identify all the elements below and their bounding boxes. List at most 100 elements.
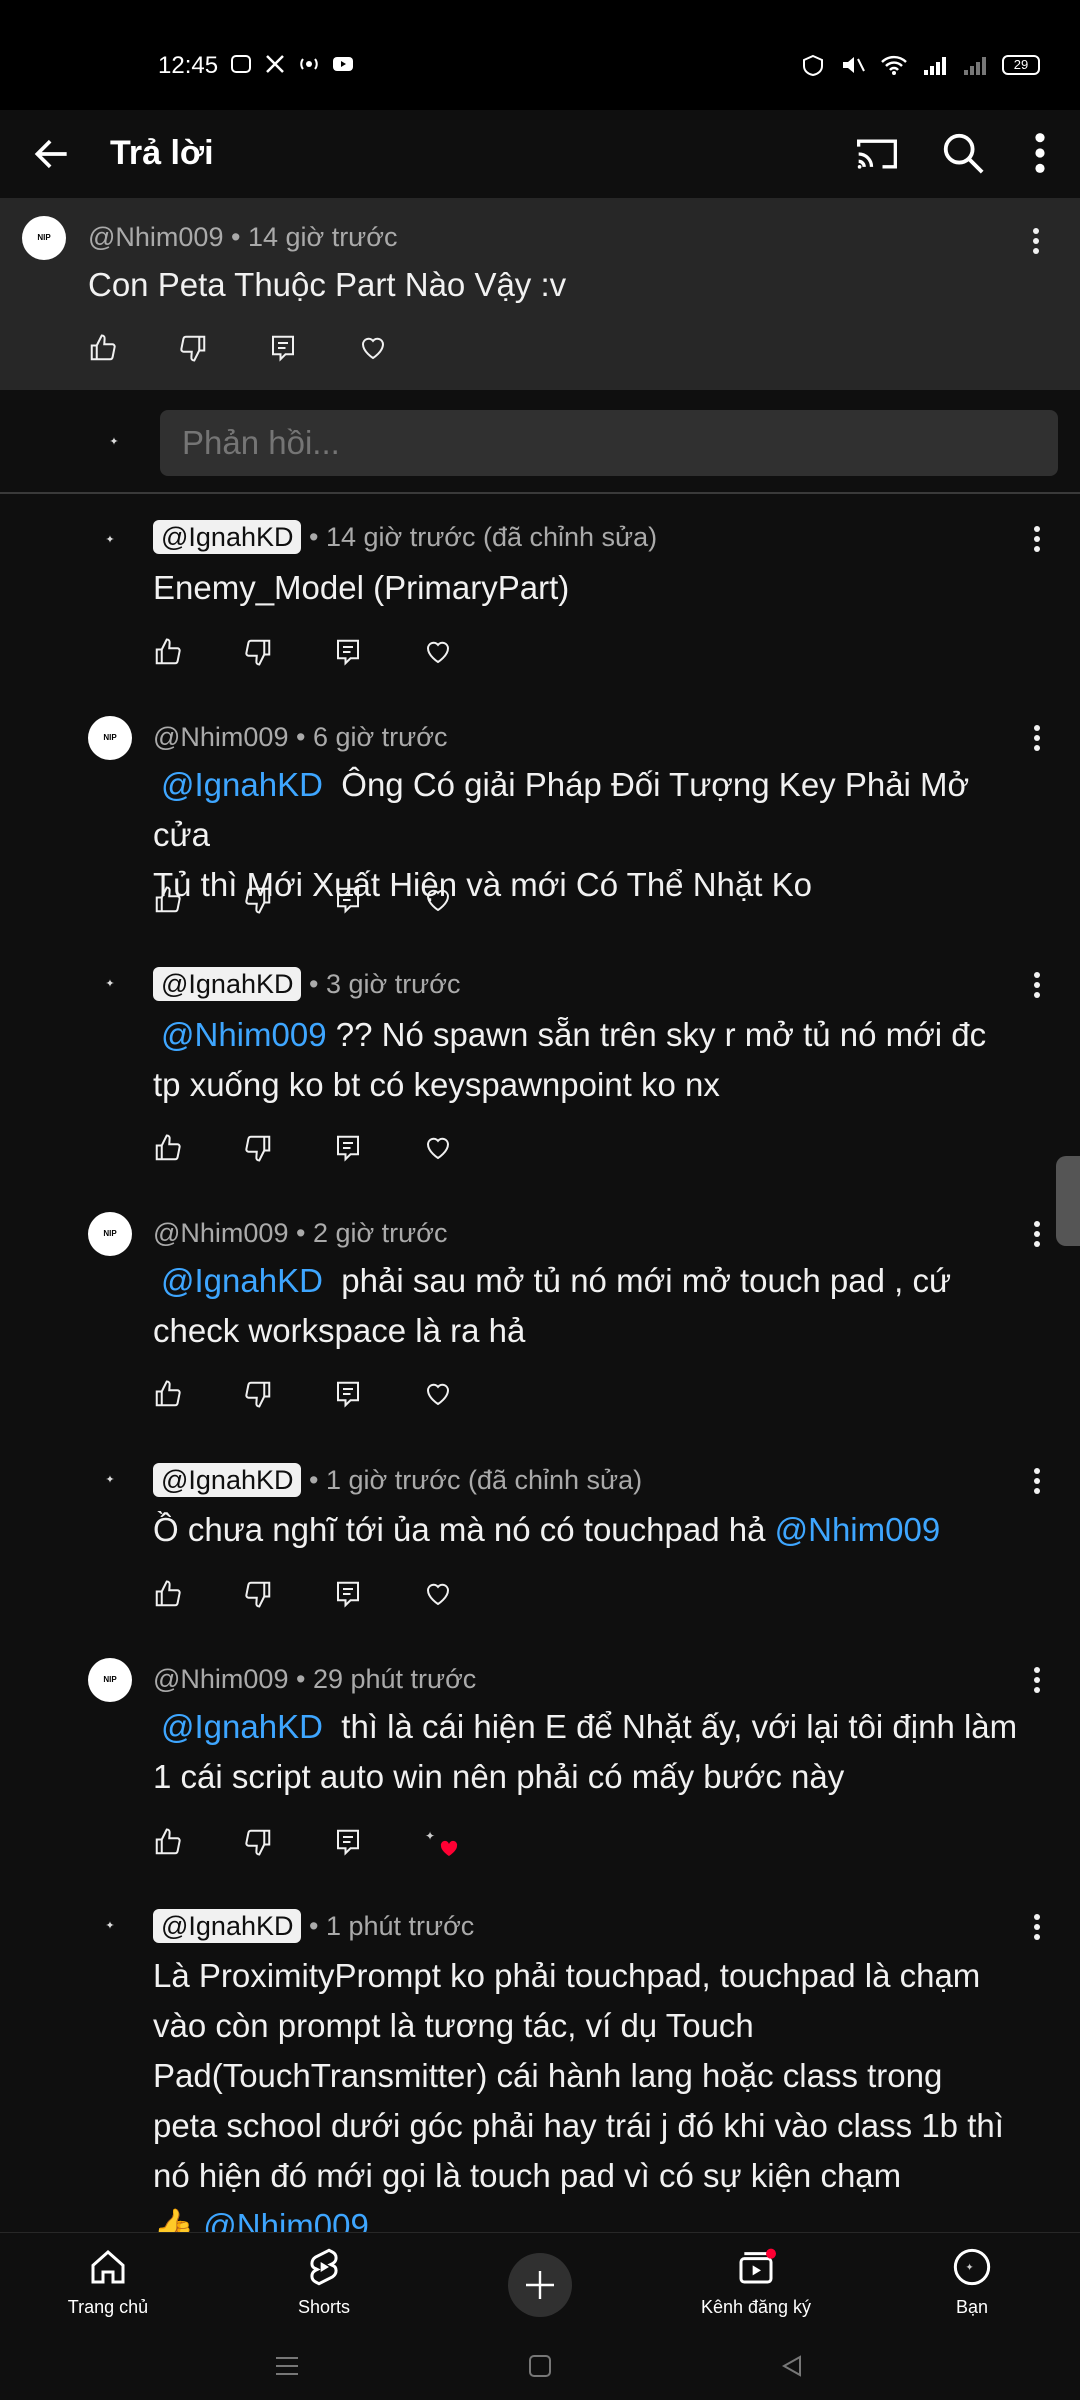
comment-author[interactable]: @Nhim009	[153, 1664, 288, 1694]
heart-button[interactable]	[423, 1128, 513, 1168]
radio-icon	[298, 54, 320, 74]
comment-author[interactable]: @Nhim009	[153, 722, 288, 752]
recents-icon[interactable]	[274, 2354, 300, 2378]
avatar[interactable]: ✦	[88, 1458, 132, 1502]
mention-link[interactable]: @IgnahKD	[161, 766, 323, 803]
heart-button[interactable]	[423, 632, 513, 672]
dislike-button[interactable]	[243, 1128, 333, 1168]
comment-actions	[153, 1574, 513, 1614]
reply-button[interactable]	[333, 880, 423, 920]
notification-icons	[230, 54, 354, 74]
back-arrow-icon[interactable]	[30, 132, 74, 176]
dislike-button[interactable]	[178, 328, 268, 368]
comment-menu-icon[interactable]	[1032, 970, 1042, 1000]
reply-button[interactable]	[333, 1128, 423, 1168]
dislike-button[interactable]	[243, 880, 333, 920]
comment-time: 29 phút trước	[312, 1664, 477, 1694]
dislike-button[interactable]	[243, 632, 333, 672]
avatar[interactable]: ✦	[88, 518, 132, 562]
more-vert-icon[interactable]	[1028, 130, 1052, 176]
reply-button[interactable]	[333, 1374, 423, 1414]
home-button-icon[interactable]	[528, 2354, 552, 2378]
signal-2-icon	[964, 57, 986, 75]
avatar[interactable]: NIP	[88, 716, 132, 760]
comment-menu-icon[interactable]	[1031, 226, 1041, 256]
comment-author[interactable]: @IgnahKD	[153, 520, 302, 554]
comment-time: 14 giờ trước (đã chỉnh sửa)	[325, 522, 658, 552]
comment-text: Ồ chưa nghĩ tới ủa mà nó có touchpad hả …	[153, 1505, 1033, 1555]
create-button[interactable]	[508, 2253, 572, 2317]
heart-button[interactable]	[358, 328, 448, 368]
heart-icon	[423, 885, 453, 915]
comment-meta: @IgnahKD • 3 giờ trước	[153, 967, 460, 1001]
avatar[interactable]: ✦	[88, 962, 132, 1006]
search-icon[interactable]	[940, 130, 986, 176]
comment-meta: @IgnahKD • 14 giờ trước (đã chỉnh sửa)	[153, 520, 658, 554]
heart-button[interactable]	[423, 1574, 513, 1614]
heart-icon	[423, 1379, 453, 1409]
reply-icon	[268, 333, 298, 363]
reply-button[interactable]	[333, 1822, 423, 1862]
comment-author[interactable]: @IgnahKD	[153, 1909, 302, 1943]
like-button[interactable]	[153, 1574, 243, 1614]
nav-shorts[interactable]: Shorts	[244, 2233, 404, 2333]
comment-menu-icon[interactable]	[1032, 524, 1042, 554]
heart-icon	[423, 1579, 453, 1609]
creator-heart-button[interactable]: ✦	[423, 1822, 513, 1862]
nav-subscriptions[interactable]: Kênh đăng ký	[676, 2233, 836, 2333]
scrollbar-thumb[interactable]	[1056, 1156, 1080, 1246]
comment-meta: @Nhim009 • 29 phút trước	[153, 1664, 477, 1694]
comment-text-line: nó hiện đó mới gọi là touch pad vì có sự…	[153, 2157, 902, 2194]
mention-link[interactable]: @IgnahKD	[161, 1708, 323, 1745]
comment-text: Enemy_Model (PrimaryPart)	[153, 563, 569, 613]
comment-author[interactable]: @Nhim009	[88, 222, 223, 252]
dislike-icon	[243, 885, 273, 915]
reply-button[interactable]	[333, 1574, 423, 1614]
dislike-icon	[178, 333, 208, 363]
reply-button[interactable]	[268, 328, 358, 368]
mute-icon	[843, 57, 865, 73]
nav-home[interactable]: Trang chủ	[28, 2233, 188, 2333]
like-button[interactable]	[153, 880, 243, 920]
comment-time: 1 giờ trước (đã chỉnh sửa)	[325, 1465, 643, 1495]
heart-button[interactable]	[423, 1374, 513, 1414]
comment-meta: @IgnahKD • 1 giờ trước (đã chỉnh sửa)	[153, 1463, 643, 1497]
dislike-button[interactable]	[243, 1574, 333, 1614]
comment-menu-icon[interactable]	[1032, 1219, 1042, 1249]
back-button-icon[interactable]	[780, 2354, 804, 2378]
like-button[interactable]	[153, 1822, 243, 1862]
comment-menu-icon[interactable]	[1032, 1466, 1042, 1496]
comment-author[interactable]: @IgnahKD	[153, 967, 302, 1001]
comment-author[interactable]: @IgnahKD	[153, 1463, 302, 1497]
heart-button[interactable]	[423, 880, 513, 920]
comment-author[interactable]: @Nhim009	[153, 1218, 288, 1248]
like-button[interactable]	[88, 328, 178, 368]
cast-icon[interactable]	[855, 132, 899, 176]
youtube-icon	[332, 54, 354, 74]
reply-input[interactable]	[160, 410, 1058, 476]
avatar[interactable]: NIP	[88, 1212, 132, 1256]
x-icon	[264, 54, 286, 74]
avatar[interactable]: NIP	[88, 1658, 132, 1702]
mention-link[interactable]: @Nhim009	[775, 1511, 941, 1548]
like-button[interactable]	[153, 632, 243, 672]
comment-text-part: check workspace là ra hả	[153, 1312, 526, 1349]
nav-subscriptions-label: Kênh đăng ký	[700, 2297, 812, 2317]
comment-menu-icon[interactable]	[1032, 723, 1042, 753]
mention-link[interactable]: @Nhim009	[161, 1016, 327, 1053]
avatar[interactable]: NIP	[22, 216, 66, 260]
nav-you[interactable]: ✦ Bạn	[892, 2233, 1052, 2333]
like-button[interactable]	[153, 1128, 243, 1168]
dislike-button[interactable]	[243, 1374, 333, 1414]
comment-menu-icon[interactable]	[1032, 1665, 1042, 1695]
dislike-button[interactable]	[243, 1822, 333, 1862]
comment-menu-icon[interactable]	[1032, 1912, 1042, 1942]
mention-link[interactable]: @IgnahKD	[161, 1262, 323, 1299]
reply-button[interactable]	[333, 632, 423, 672]
comment-text-line: Pad(TouchTransmitter) cái hành lang hoặc…	[153, 2057, 943, 2094]
avatar[interactable]: ✦	[88, 1904, 132, 1948]
vpn-icon	[803, 54, 823, 76]
bottom-nav: Trang chủ Shorts Kênh đăng ký ✦ Bạn	[0, 2232, 1080, 2332]
page-title: Trả lời	[110, 134, 214, 172]
like-button[interactable]	[153, 1374, 243, 1414]
